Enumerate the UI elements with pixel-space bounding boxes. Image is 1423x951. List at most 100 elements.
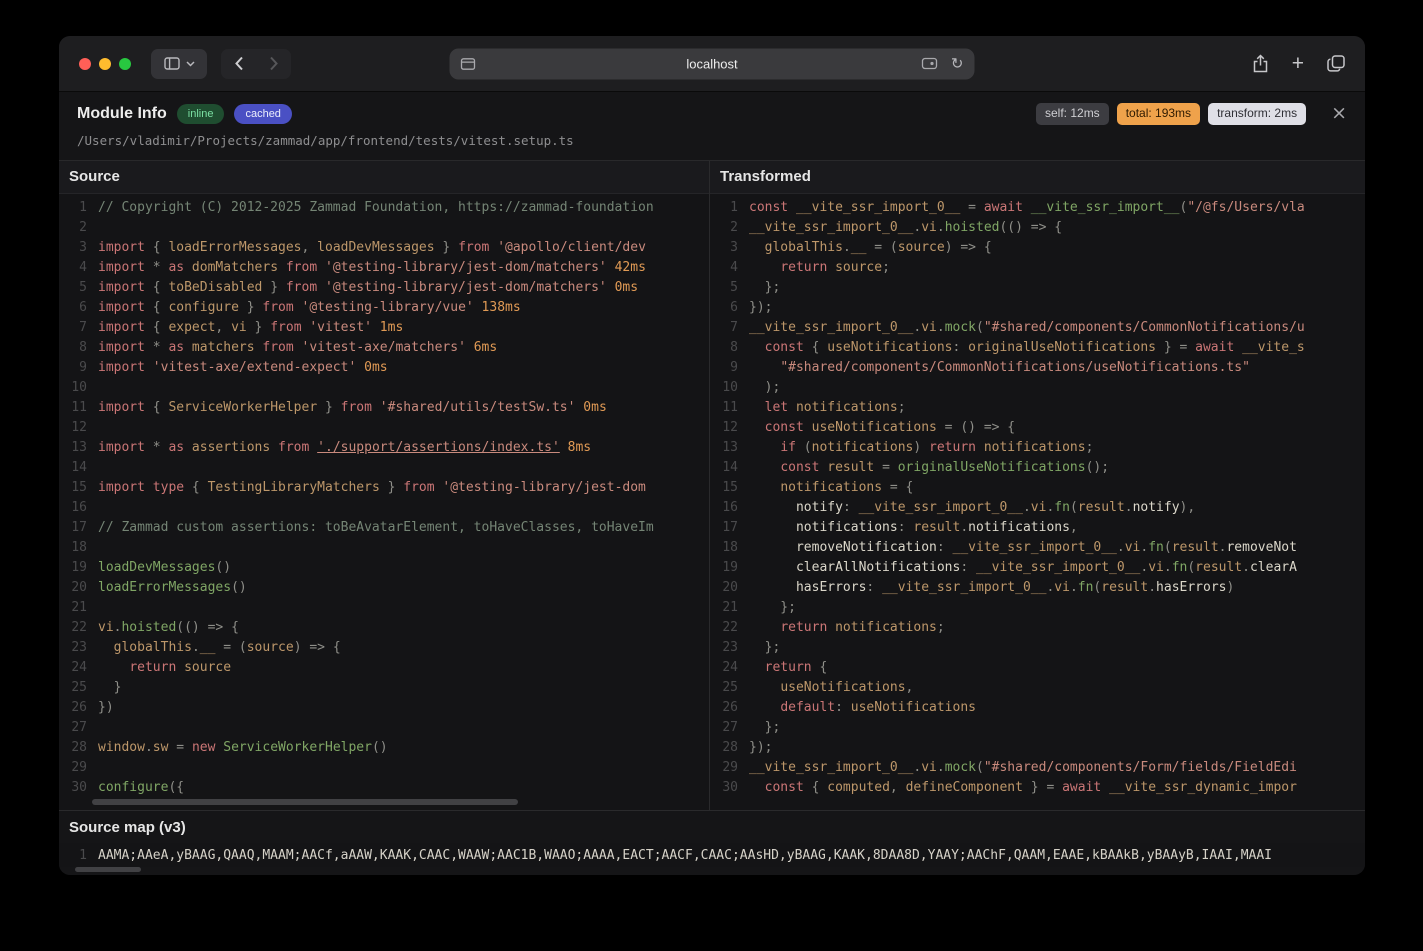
file-path: /Users/vladimir/Projects/zammad/app/fron… (77, 133, 1347, 148)
code-line: 15 notifications = { (710, 478, 1365, 498)
code-line: 26}) (59, 698, 709, 718)
address-bar-actions: ↻ (922, 55, 964, 73)
line-number: 1 (59, 198, 87, 218)
line-number: 13 (710, 438, 738, 458)
line-number: 24 (710, 658, 738, 678)
address-bar[interactable]: localhost ↻ (450, 48, 975, 79)
code-line: 28}); (710, 738, 1365, 758)
page-icon (461, 57, 476, 70)
reload-icon[interactable]: ↻ (951, 55, 964, 73)
code-line: 30configure({ (59, 778, 709, 798)
line-number: 17 (59, 518, 87, 538)
line-number: 9 (710, 358, 738, 378)
minimize-window-button[interactable] (99, 58, 111, 70)
code-line: 5 }; (710, 278, 1365, 298)
code-line: 8import * as matchers from 'vitest-axe/m… (59, 338, 709, 358)
line-number: 12 (710, 418, 738, 438)
line-number: 26 (710, 698, 738, 718)
browser-toolbar: localhost ↻ + (59, 36, 1365, 92)
zoom-window-button[interactable] (119, 58, 131, 70)
line-number: 21 (710, 598, 738, 618)
line-number: 18 (59, 538, 87, 558)
new-tab-button[interactable]: + (1292, 53, 1304, 74)
line-number: 11 (710, 398, 738, 418)
code-line: 5import { toBeDisabled } from '@testing-… (59, 278, 709, 298)
line-number: 4 (710, 258, 738, 278)
code-panes: Source 1// Copyright (C) 2012-2025 Zamma… (59, 161, 1365, 810)
code-line: 12 const useNotifications = () => { (710, 418, 1365, 438)
chevron-right-icon (269, 56, 279, 71)
code-line: 4 return source; (710, 258, 1365, 278)
line-number: 3 (710, 238, 738, 258)
line-number: 16 (59, 498, 87, 518)
code-line: 20 hasErrors: __vite_ssr_import_0__.vi.f… (710, 578, 1365, 598)
line-number: 20 (59, 578, 87, 598)
line-number: 11 (59, 398, 87, 418)
line-number: 30 (59, 778, 87, 798)
sourcemap-scrollbar-thumb[interactable] (75, 867, 141, 872)
code-line: 23 globalThis.__ = (source) => { (59, 638, 709, 658)
line-number: 22 (59, 618, 87, 638)
line-number: 3 (59, 238, 87, 258)
module-info-header: Module Info inline cached self: 12ms tot… (59, 92, 1365, 161)
forward-button[interactable] (256, 56, 291, 71)
line-number: 24 (59, 658, 87, 678)
code-line: 21 (59, 598, 709, 618)
code-line: 19 clearAllNotifications: __vite_ssr_imp… (710, 558, 1365, 578)
code-line: 12 (59, 418, 709, 438)
code-line: 13import * as assertions from './support… (59, 438, 709, 458)
line-number: 6 (710, 298, 738, 318)
code-line: 22vi.hoisted(() => { (59, 618, 709, 638)
code-line: 14 (59, 458, 709, 478)
line-number: 16 (710, 498, 738, 518)
transformed-code: 1const __vite_ssr_import_0__ = await __v… (710, 194, 1365, 810)
close-icon[interactable]: × (1331, 104, 1347, 123)
line-number: 25 (710, 678, 738, 698)
code-line: 15import type { TestingLibraryMatchers }… (59, 478, 709, 498)
reader-icon[interactable] (922, 58, 938, 70)
line-number: 4 (59, 258, 87, 278)
code-line: 13 if (notifications) return notificatio… (710, 438, 1365, 458)
line-number: 19 (59, 558, 87, 578)
back-button[interactable] (221, 56, 256, 71)
code-line: 10 (59, 378, 709, 398)
line-number: 8 (710, 338, 738, 358)
code-line: 11 let notifications; (710, 398, 1365, 418)
line-number: 10 (710, 378, 738, 398)
horizontal-scrollbar-thumb[interactable] (92, 799, 518, 805)
cached-badge: cached (234, 104, 291, 124)
code-line: 19loadDevMessages() (59, 558, 709, 578)
line-number: 7 (710, 318, 738, 338)
timing-badge-transform: transform: 2ms (1208, 103, 1306, 125)
code-line: 23 }; (710, 638, 1365, 658)
source-pane: Source 1// Copyright (C) 2012-2025 Zamma… (59, 161, 710, 810)
line-number: 5 (59, 278, 87, 298)
code-line: 16 (59, 498, 709, 518)
sidebar-toggle-button[interactable] (151, 49, 207, 79)
share-icon[interactable] (1252, 54, 1269, 73)
code-line: 21 }; (710, 598, 1365, 618)
code-line: 2__vite_ssr_import_0__.vi.hoisted(() => … (710, 218, 1365, 238)
code-line: 7import { expect, vi } from 'vitest' 1ms (59, 318, 709, 338)
code-line: 16 notify: __vite_ssr_import_0__.vi.fn(r… (710, 498, 1365, 518)
line-number: 28 (59, 738, 87, 758)
line-number: 7 (59, 318, 87, 338)
code-line: 25 } (59, 678, 709, 698)
sourcemap-title: Source map (v3) (59, 811, 1365, 843)
line-number: 23 (710, 638, 738, 658)
browser-window: localhost ↻ + (59, 36, 1365, 875)
line-number: 10 (59, 378, 87, 398)
code-line: 1// Copyright (C) 2012-2025 Zammad Found… (59, 198, 709, 218)
line-number: 26 (59, 698, 87, 718)
line-number: 25 (59, 678, 87, 698)
code-line: 18 (59, 538, 709, 558)
timing-badge-self: self: 12ms (1036, 103, 1109, 125)
code-line: 30 const { computed, defineComponent } =… (710, 778, 1365, 798)
close-window-button[interactable] (79, 58, 91, 70)
code-line: 29 (59, 758, 709, 778)
line-number: 27 (710, 718, 738, 738)
line-number: 6 (59, 298, 87, 318)
tab-overview-icon[interactable] (1327, 55, 1345, 72)
code-line: 7__vite_ssr_import_0__.vi.mock("#shared/… (710, 318, 1365, 338)
line-number: 12 (59, 418, 87, 438)
